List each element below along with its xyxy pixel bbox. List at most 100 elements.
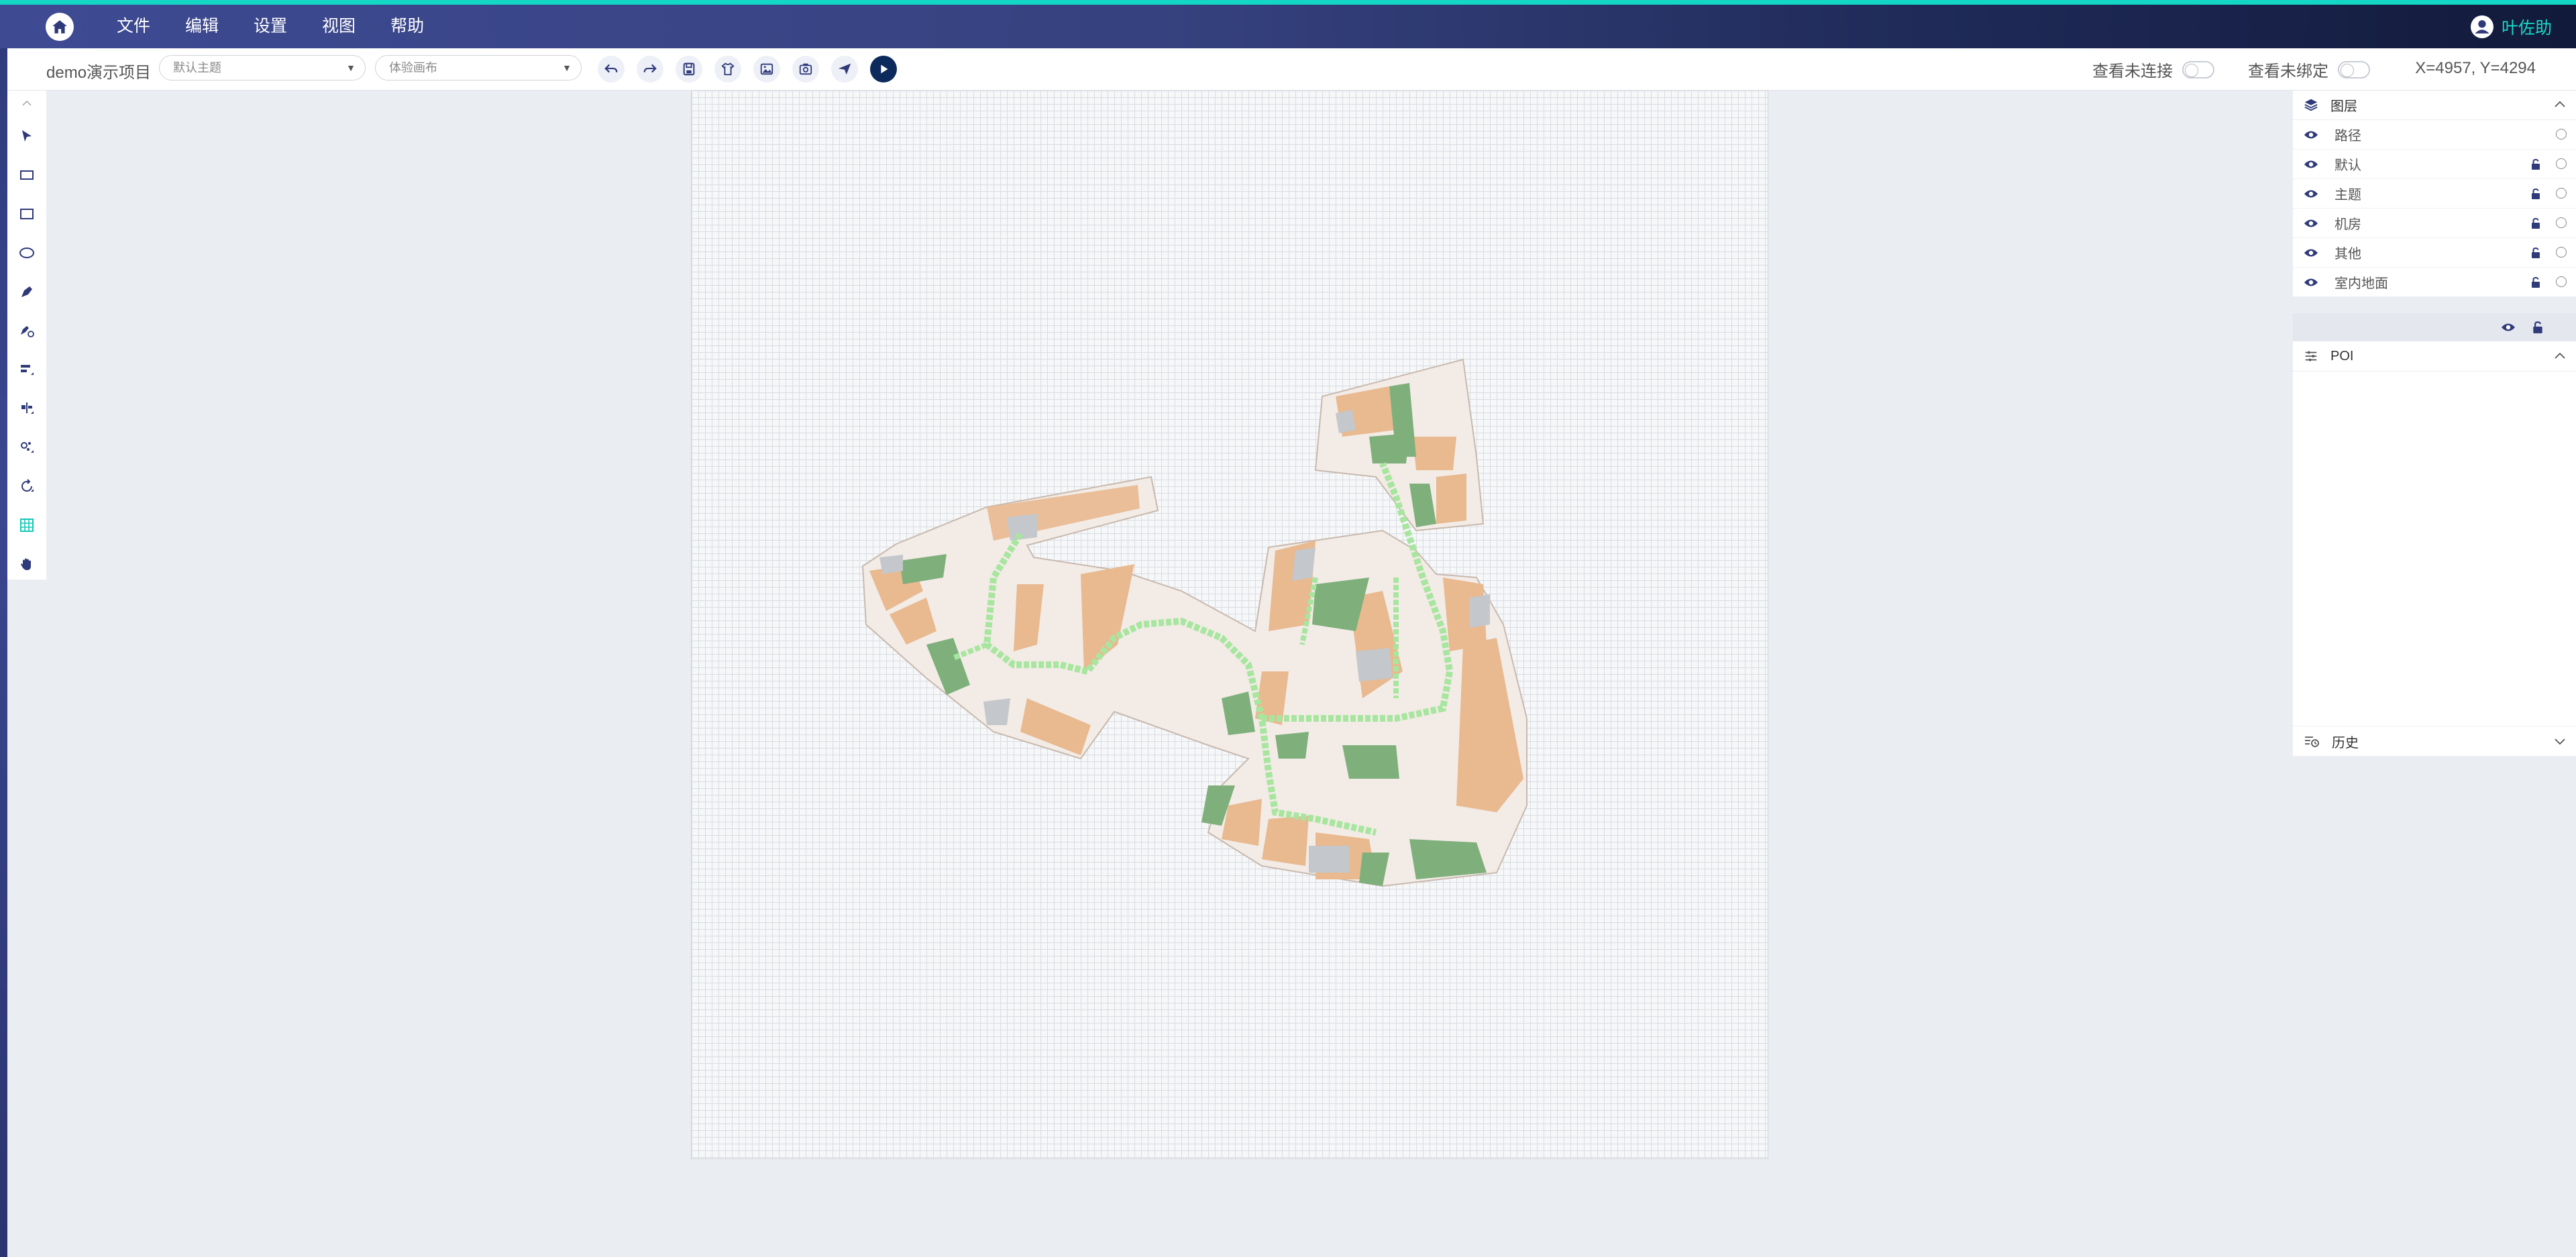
chevron-up-icon [22, 100, 32, 106]
undo-button[interactable] [598, 56, 625, 83]
align-left-tool[interactable] [7, 350, 46, 389]
menu-edit[interactable]: 编辑 [185, 15, 219, 37]
unconnected-toggle[interactable] [2182, 60, 2214, 78]
grid-tool[interactable] [7, 506, 46, 545]
unbound-label: 查看未绑定 [2248, 62, 2328, 80]
chevron-down-icon[interactable] [2553, 734, 2567, 748]
node-edit-tool[interactable] [7, 428, 46, 467]
layer-row[interactable]: 路径 [2293, 120, 2576, 150]
unlock-icon[interactable] [2530, 158, 2541, 170]
map-canvas[interactable] [691, 90, 1768, 1159]
select-arrow-icon [22, 130, 32, 142]
top-menubar: 文件 编辑 设置 视图 帮助 叶佐助 [0, 0, 2576, 48]
image-button[interactable] [753, 56, 780, 83]
menu-view[interactable]: 视图 [322, 15, 356, 37]
layers-icon [2304, 99, 2318, 111]
pen-icon [21, 286, 32, 297]
poi-title: POI [2330, 348, 2354, 364]
chevron-up-icon[interactable] [2553, 349, 2567, 363]
layer-radio[interactable] [2556, 276, 2567, 287]
user-name: 叶佐助 [2501, 19, 2552, 38]
tool-palette [7, 90, 46, 580]
layers-title: 图层 [2330, 99, 2357, 114]
redo-button[interactable] [637, 56, 663, 83]
toolbar-icons [598, 56, 897, 83]
layer-name: 默认 [2334, 158, 2361, 173]
image-icon [760, 63, 773, 75]
unlock-icon[interactable] [2530, 188, 2541, 200]
play-button[interactable] [870, 56, 897, 83]
pen-add-tool[interactable] [7, 311, 46, 350]
eye-icon[interactable] [2304, 248, 2318, 258]
unbound-toggle[interactable] [2338, 60, 2370, 78]
layers-panel-header[interactable]: 图层 [2293, 90, 2576, 120]
history-panel-header[interactable]: 历史 [2293, 726, 2576, 756]
toolbar: demo演示项目 默认主题 ▼ 体验画布 ▼ 查看未连接 查看未绑定 X=495… [7, 48, 2576, 91]
unlock-icon[interactable] [2530, 276, 2541, 288]
play-icon [881, 64, 888, 74]
unlock-icon[interactable] [2530, 247, 2541, 259]
unlock-icon[interactable] [2530, 217, 2541, 229]
layer-row[interactable]: 其他 [2293, 238, 2576, 268]
layer-radio[interactable] [2556, 158, 2567, 169]
cursor-coordinates: X=4957, Y=4294 [2415, 59, 2536, 77]
send-button[interactable] [831, 56, 858, 83]
poi-panel-body [2293, 372, 2576, 726]
ellipse-tool[interactable] [7, 233, 46, 272]
palette-collapse-button[interactable] [7, 90, 46, 117]
rotate-tool[interactable] [7, 467, 46, 506]
layer-radio[interactable] [2556, 129, 2567, 140]
layer-row[interactable]: 默认 [2293, 150, 2576, 179]
layer-radio[interactable] [2556, 247, 2567, 258]
user-menu[interactable]: 叶佐助 [2470, 15, 2552, 39]
eye-icon[interactable] [2304, 188, 2318, 199]
rectangle-outline-tool[interactable] [7, 195, 46, 233]
unconnected-label: 查看未连接 [2092, 62, 2173, 80]
hand-icon [21, 558, 31, 570]
save-button[interactable] [676, 56, 702, 83]
chevron-down-icon: ▼ [346, 62, 356, 73]
ellipse-icon [19, 248, 34, 258]
eye-icon[interactable] [2304, 159, 2318, 170]
toggle-knob [2185, 63, 2198, 77]
rectangle-icon [20, 170, 34, 180]
home-icon [52, 20, 67, 34]
theme-select[interactable]: 默认主题 ▼ [159, 55, 366, 80]
menu-settings[interactable]: 设置 [254, 15, 287, 37]
align-center-tool[interactable] [7, 389, 46, 428]
layer-row[interactable]: 主题 [2293, 179, 2576, 209]
chevron-down-icon: ▼ [562, 62, 572, 73]
layer-name: 路径 [2334, 129, 2361, 144]
layer-name: 机房 [2334, 217, 2361, 232]
eye-icon[interactable] [2304, 218, 2318, 229]
layer-radio[interactable] [2556, 188, 2567, 199]
layer-row[interactable]: 机房 [2293, 209, 2576, 238]
home-button[interactable] [46, 13, 74, 41]
pen-tool[interactable] [7, 272, 46, 311]
layer-radio[interactable] [2556, 217, 2567, 228]
canvas-select[interactable]: 体验画布 ▼ [375, 55, 582, 80]
menu-file[interactable]: 文件 [117, 15, 150, 37]
eye-icon[interactable] [2304, 129, 2318, 140]
poi-panel-header[interactable]: POI [2293, 341, 2576, 372]
project-name: demo演示项目 [46, 64, 152, 82]
layer-name: 其他 [2334, 247, 2361, 262]
save-icon [683, 62, 695, 76]
screenshot-button[interactable] [792, 56, 819, 83]
menu-help[interactable]: 帮助 [390, 15, 424, 37]
unbound-toggle-group: 查看未绑定 [2248, 58, 2370, 81]
grid-icon [20, 518, 34, 532]
layer-name: 主题 [2334, 188, 2361, 203]
avatar-icon [2470, 15, 2493, 38]
theme-button[interactable] [714, 56, 741, 83]
hand-tool[interactable] [7, 545, 46, 584]
theme-icon [721, 62, 735, 76]
unlock-icon[interactable] [2532, 321, 2544, 334]
left-accent-stripe [0, 0, 7, 1257]
select-tool[interactable] [7, 117, 46, 156]
chevron-up-icon[interactable] [2553, 98, 2567, 111]
layer-row[interactable]: 室内地面 [2293, 268, 2576, 297]
rectangle-tool[interactable] [7, 156, 46, 195]
eye-icon[interactable] [2501, 322, 2516, 333]
eye-icon[interactable] [2304, 277, 2318, 288]
